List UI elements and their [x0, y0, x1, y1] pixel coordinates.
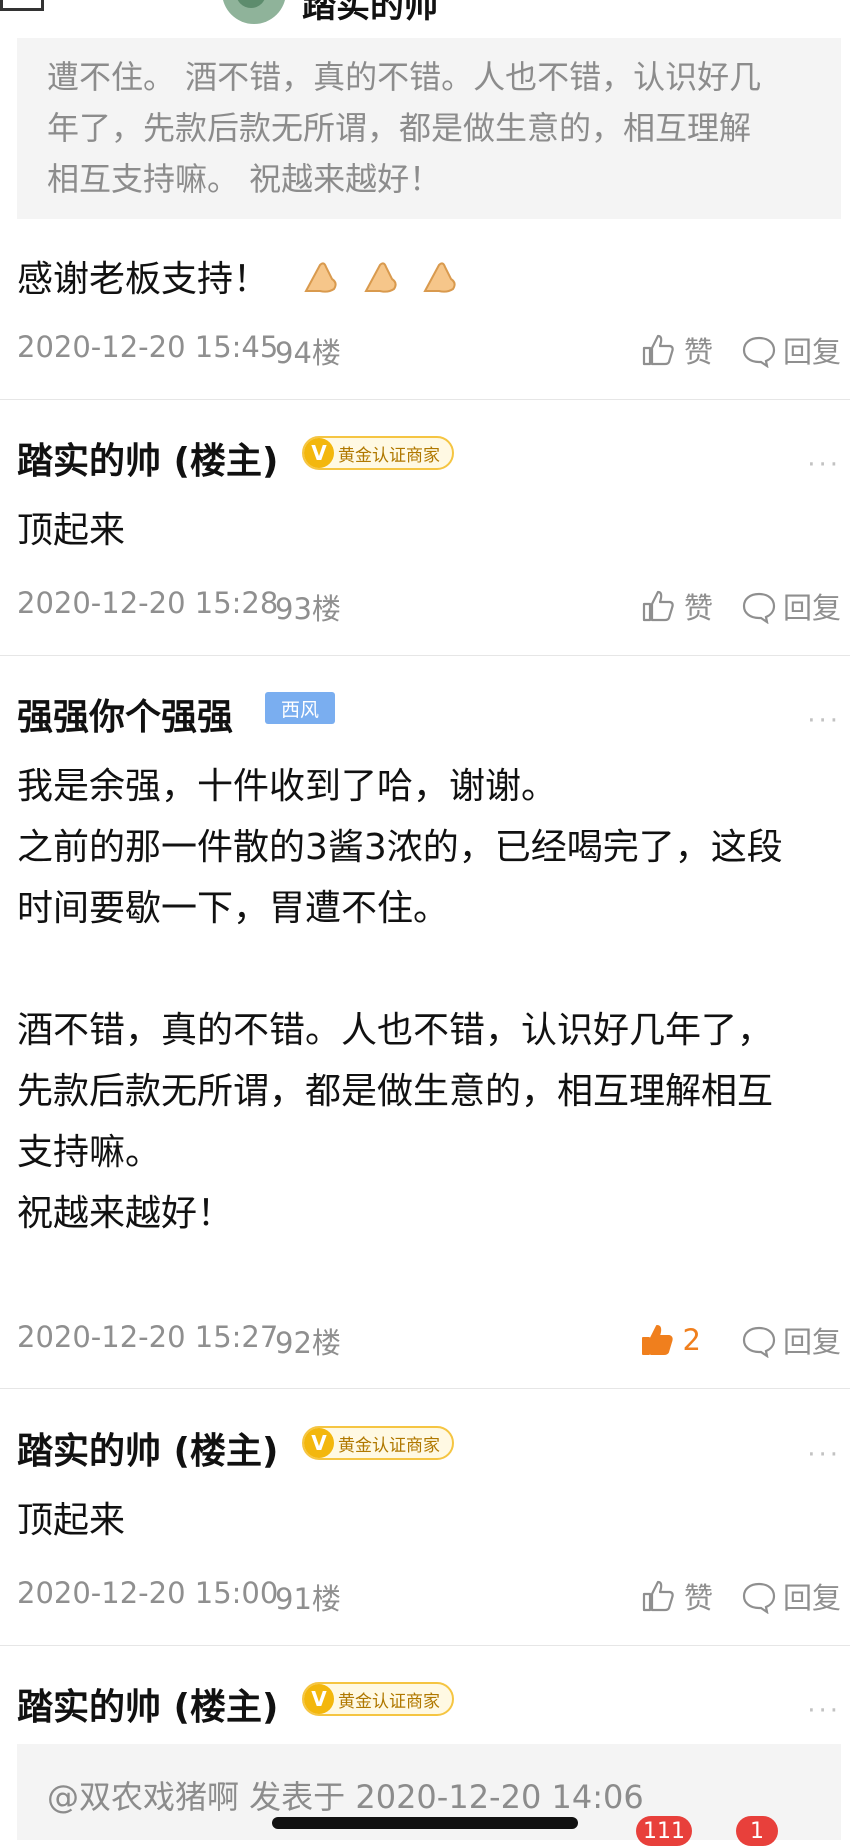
reply-button[interactable]: 回复: [741, 330, 841, 370]
back-icon[interactable]: [0, 0, 44, 11]
thread-header: 踏实的帅: [0, 0, 850, 32]
reply-button[interactable]: 回复: [741, 1576, 841, 1616]
like-label: 赞: [683, 591, 713, 625]
post-time: 2020-12-20 15:45: [17, 330, 279, 364]
reply-button[interactable]: 回复: [741, 586, 841, 626]
like-button[interactable]: 赞: [640, 330, 713, 370]
post-line: 祝越来越好！: [17, 1193, 234, 1234]
thread-author-name[interactable]: 踏实的帅: [302, 0, 438, 27]
comment-icon: [742, 336, 776, 368]
reply-label: 回复: [782, 1581, 841, 1615]
avatar[interactable]: [222, 0, 286, 24]
home-indicator: [272, 1817, 578, 1829]
reply-text: 感谢老板支持！: [17, 250, 461, 302]
thumbs-up-icon: [642, 1580, 674, 1612]
floor-number: 91楼: [275, 1582, 341, 1616]
thumbs-up-filled-icon: [641, 1325, 673, 1355]
reply-label: 回复: [782, 1325, 841, 1359]
post-meta: 2020-12-20 15:28 93楼 赞 回复: [17, 586, 841, 626]
post-body: 顶起来: [17, 1500, 126, 1541]
badge-label: 黄金认证商家: [338, 1435, 440, 1456]
quote-line: 遭不住。 酒不错，真的不错。人也不错，认识好几: [47, 58, 762, 96]
like-label: 赞: [683, 335, 713, 369]
post-line: 酒不错，真的不错。人也不错，认识好几年了，: [17, 1010, 774, 1051]
username[interactable]: 踏实的帅 (楼主): [17, 1422, 278, 1474]
post-body: 我是余强，十件收到了哈，谢谢。 之前的那一件散的3酱3浓的，已经喝完了，这段 时…: [17, 756, 783, 1244]
post-time: 2020-12-20 15:27: [17, 1320, 279, 1354]
reply-button[interactable]: 回复: [741, 1320, 841, 1360]
more-icon[interactable]: ···: [807, 706, 841, 736]
divider: [0, 1645, 850, 1646]
reply-label: 回复: [782, 335, 841, 369]
post-header: 踏实的帅 (楼主) V 黄金认证商家 ···: [17, 432, 841, 482]
folded-hands-icon: [423, 262, 456, 293]
reply-label: 回复: [782, 591, 841, 625]
level-badge: 西风: [265, 692, 336, 724]
post-meta: 2020-12-20 15:45 94楼 赞 回复: [17, 330, 841, 370]
like-button[interactable]: 赞: [640, 1576, 713, 1616]
verified-icon: V: [304, 438, 334, 468]
more-icon[interactable]: ···: [807, 1440, 841, 1470]
post-body: 顶起来: [17, 510, 126, 551]
like-button[interactable]: 赞: [640, 586, 713, 626]
more-icon[interactable]: ···: [807, 1696, 841, 1726]
quote-line: 年了，先款后款无所谓，都是做生意的，相互理解: [47, 109, 752, 147]
post-line: 之前的那一件散的3酱3浓的，已经喝完了，这段: [17, 827, 783, 868]
more-icon[interactable]: ···: [807, 450, 841, 480]
username[interactable]: 踏实的帅 (楼主): [17, 1678, 278, 1730]
gold-merchant-badge: V 黄金认证商家: [302, 1426, 454, 1460]
floor-number: 94楼: [275, 336, 341, 370]
gold-merchant-badge: V 黄金认证商家: [302, 436, 454, 470]
reply-body: 感谢老板支持！: [17, 259, 270, 300]
post-time: 2020-12-20 15:28: [17, 586, 279, 620]
post-line: 支持嘛。: [17, 1132, 162, 1173]
notification-badge[interactable]: 111: [636, 1816, 692, 1846]
divider: [0, 1388, 850, 1389]
quote-line: 相互支持嘛。 祝越来越好！: [47, 160, 442, 198]
like-label: 赞: [683, 1581, 713, 1615]
post-meta: 2020-12-20 15:27 92楼 2 回复: [17, 1320, 841, 1360]
comment-icon: [742, 1326, 776, 1358]
badge-label: 黄金认证商家: [338, 1691, 440, 1712]
post-header: 踏实的帅 (楼主) V 黄金认证商家 ···: [17, 1678, 841, 1728]
comment-icon: [742, 592, 776, 624]
quoted-post: 遭不住。 酒不错，真的不错。人也不错，认识好几 年了，先款后款无所谓，都是做生意…: [17, 38, 841, 219]
username[interactable]: 强强你个强强: [17, 688, 233, 740]
post-line: 时间要歇一下，胃遭不住。: [17, 888, 450, 929]
username[interactable]: 踏实的帅 (楼主): [17, 432, 278, 484]
divider: [0, 655, 850, 656]
thumbs-up-icon: [642, 590, 674, 622]
like-count: 2: [682, 1323, 701, 1357]
post-header: 踏实的帅 (楼主) V 黄金认证商家 ···: [17, 1422, 841, 1472]
thumbs-up-icon: [642, 334, 674, 366]
badge-label: 黄金认证商家: [338, 445, 440, 466]
comment-icon: [742, 1582, 776, 1614]
post-line: 我是余强，十件收到了哈，谢谢。: [17, 766, 558, 807]
divider: [0, 399, 850, 400]
post-time: 2020-12-20 15:00: [17, 1576, 279, 1610]
floor-number: 93楼: [275, 592, 341, 626]
gold-merchant-badge: V 黄金认证商家: [302, 1682, 454, 1716]
quote-line: @双农戏猪啊 发表于 2020-12-20 14:06: [47, 1778, 644, 1816]
post-header: 强强你个强强 西风 ···: [17, 688, 841, 738]
like-button[interactable]: 2: [639, 1320, 701, 1360]
post-meta: 2020-12-20 15:00 91楼 赞 回复: [17, 1576, 841, 1616]
folded-hands-icon: [364, 262, 397, 293]
verified-icon: V: [304, 1684, 334, 1714]
verified-icon: V: [304, 1428, 334, 1458]
post-line: 先款后款无所谓，都是做生意的，相互理解相互: [17, 1071, 774, 1112]
floor-number: 92楼: [275, 1326, 341, 1360]
notification-badge[interactable]: 1: [736, 1816, 778, 1846]
folded-hands-icon: [304, 262, 338, 293]
